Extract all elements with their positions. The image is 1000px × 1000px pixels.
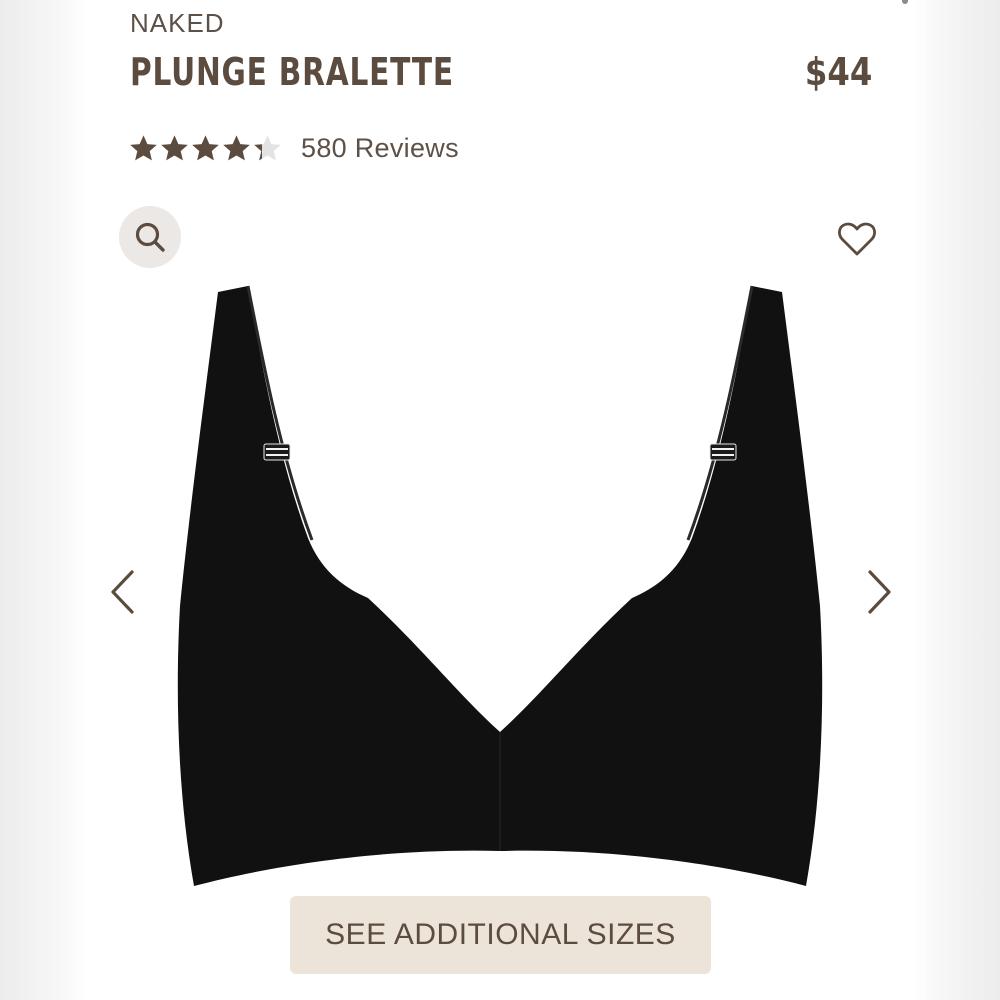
product-image xyxy=(177,285,823,886)
star-icon xyxy=(192,134,219,160)
product-rating[interactable]: 580 Reviews xyxy=(128,128,459,168)
product-page: NAKED PLUNGE BRALETTE $44 580 Reviews SE… xyxy=(0,0,1000,1000)
zoom-button[interactable] xyxy=(119,206,181,268)
search-icon xyxy=(135,222,165,252)
product-price: $44 xyxy=(804,50,872,94)
left-strap-adjuster xyxy=(263,443,291,461)
star-icon xyxy=(130,134,157,160)
star-icon xyxy=(254,134,281,160)
wishlist-button[interactable] xyxy=(832,214,882,264)
chevron-left-icon xyxy=(111,570,134,614)
see-additional-sizes-button[interactable]: SEE ADDITIONAL SIZES xyxy=(290,896,711,974)
heart-outline-icon xyxy=(838,222,876,256)
chevron-right-icon xyxy=(868,570,891,614)
star-rating xyxy=(128,133,283,164)
prev-image-button[interactable] xyxy=(104,566,140,618)
right-strap-adjuster xyxy=(709,443,737,461)
product-brand: NAKED xyxy=(130,8,225,38)
star-icon xyxy=(161,134,188,160)
product-title: PLUNGE BRALETTE xyxy=(130,50,454,94)
next-image-button[interactable] xyxy=(862,566,898,618)
reviews-link[interactable]: 580 Reviews xyxy=(301,133,459,164)
star-icon xyxy=(223,134,250,160)
